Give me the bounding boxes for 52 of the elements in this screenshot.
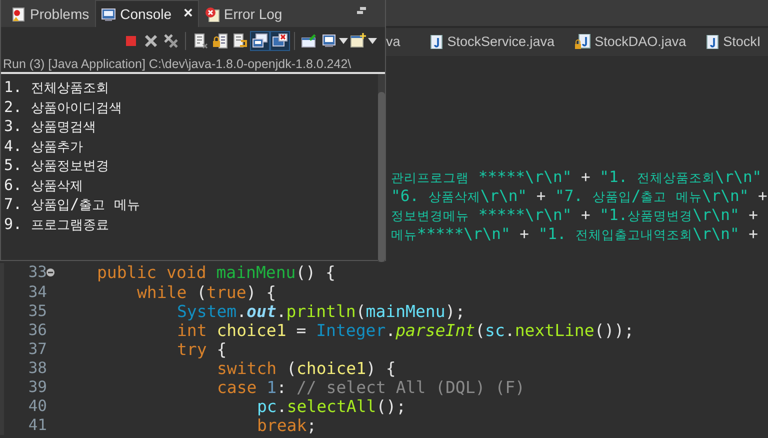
caret-icon <box>339 38 348 44</box>
code-line: break; <box>257 416 317 436</box>
console-output-line: 5. 상품정보변경 <box>4 156 110 176</box>
code-line: int choice1 = Integer.parseInt(sc.nextLine()); <box>177 320 634 340</box>
console-output-line: 7. 상품입/출고 메뉴 <box>4 195 140 215</box>
editor-tab[interactable]: va <box>384 28 420 56</box>
console-icon <box>101 6 116 22</box>
close-button[interactable]: × <box>184 2 193 26</box>
error-log-icon <box>204 6 220 22</box>
line-number: 38 <box>28 358 47 377</box>
code-line: 메뉴*****\r\n" + "1. 전체입출고내역조회\r\n" + <box>391 225 758 244</box>
code-line: case 1: // select All (DQL) (F) <box>217 378 525 398</box>
problems-icon <box>11 6 26 22</box>
caret-icon <box>368 38 377 44</box>
console-output-line: 3. 상품명검색 <box>4 117 96 137</box>
line-number: 39 <box>28 378 47 396</box>
console-output-line: 2. 상품아이디검색 <box>4 98 122 118</box>
line-number: 40 <box>28 397 47 416</box>
code-line: System.out.println(mainMenu); <box>177 302 466 321</box>
console-output-line: 1. 전체상품조회 <box>4 78 110 98</box>
code-line: pc.selectAll(); <box>257 397 406 416</box>
code-line: try { <box>177 340 227 359</box>
restore-icon <box>357 7 367 15</box>
locked-java-file-icon <box>574 34 591 50</box>
editor-tab[interactable]: StockI <box>696 28 768 56</box>
monitor-icon[interactable] <box>250 31 270 51</box>
code-line: while (true) { <box>137 282 276 302</box>
console-tab[interactable]: Problems <box>5 0 96 27</box>
console-tab[interactable]: Console × <box>95 0 199 27</box>
line-number: 41 <box>28 416 47 434</box>
scrollbar[interactable] <box>378 74 385 262</box>
code-line: 정보변경메뉴 *****\r\n" + "1.상품명변경\r\n" + <box>391 206 758 226</box>
editor-tab[interactable]: StockDAO.java <box>564 28 696 56</box>
console-title: Run (3) [Java Application] C:\dev\java-1.8.0-openjdk-1.8.0.242\ <box>3 56 352 73</box>
console-output-line: 4. 상품추가 <box>4 136 84 156</box>
console-tab[interactable]: Error Log <box>198 0 288 27</box>
code-line: switch (choice1) { <box>217 358 396 378</box>
code-line: 관리프로그램 *****\r\n" + "1. 전체상품조회\r\n" <box>391 168 762 188</box>
editor-tab[interactable]: StockService.java <box>420 28 565 56</box>
line-number: 35 <box>28 302 47 320</box>
code-line: "6. 상품삭제\r\n" + "7. 상품입/출고 메뉴\r\n" + <box>391 187 768 206</box>
line-number: 33 <box>28 263 47 282</box>
line-number: 37 <box>28 340 47 358</box>
java-file-icon <box>706 35 720 49</box>
monitor-error-icon[interactable] <box>270 31 290 51</box>
line-number: 36 <box>28 320 47 339</box>
lock-document-icon[interactable] <box>210 31 230 51</box>
line-number: 34 <box>28 282 47 301</box>
console-output-line: 6. 상품삭제 <box>4 176 84 196</box>
java-file-icon <box>430 35 444 49</box>
console-output-line: 9. 프로그램종료 <box>4 214 110 234</box>
code-line: public void mainMenu() { <box>97 263 336 283</box>
